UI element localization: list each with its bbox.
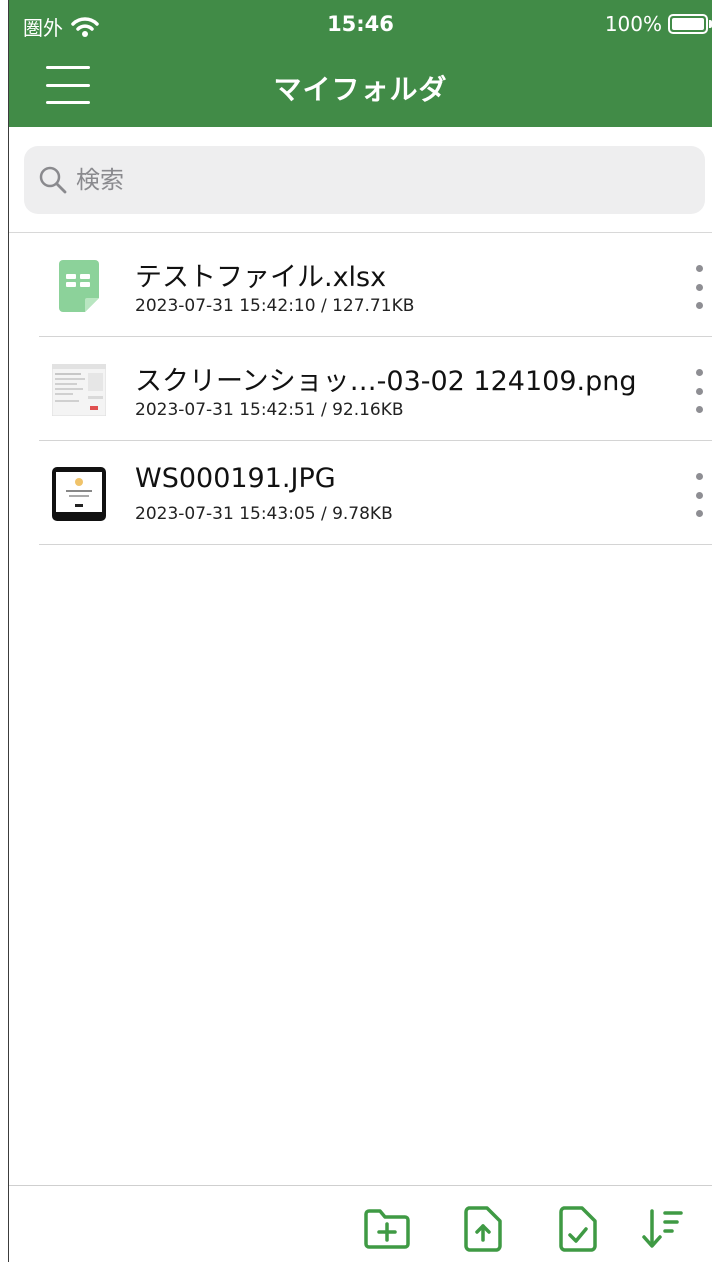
file-row[interactable]: スクリーンショッ…-03-02 124109.png 2023-07-31 15…	[39, 337, 712, 441]
file-meta: 2023-07-31 15:43:05 / 9.78KB	[135, 504, 393, 524]
spreadsheet-file-icon	[51, 257, 107, 315]
file-meta: 2023-07-31 15:42:51 / 92.16KB	[135, 400, 404, 420]
sort-icon	[642, 1209, 683, 1248]
sort-button[interactable]	[636, 1204, 688, 1254]
new-folder-button[interactable]	[361, 1204, 413, 1254]
window-left-edge	[0, 0, 9, 1262]
photo-thumbnail	[51, 465, 107, 523]
select-file-icon	[559, 1206, 597, 1252]
search-area	[9, 127, 712, 233]
upload-file-icon	[464, 1206, 502, 1252]
more-options-icon[interactable]	[694, 369, 704, 413]
battery-indicator: 100%	[605, 12, 712, 36]
file-list: テストファイル.xlsx 2023-07-31 15:42:10 / 127.7…	[39, 233, 712, 545]
select-file-button[interactable]	[552, 1204, 604, 1254]
new-folder-icon	[364, 1209, 410, 1249]
search-bar[interactable]	[24, 146, 705, 214]
file-row[interactable]: テストファイル.xlsx 2023-07-31 15:42:10 / 127.7…	[39, 233, 712, 337]
more-options-icon[interactable]	[694, 473, 704, 517]
search-input[interactable]	[76, 166, 676, 194]
file-name: WS000191.JPG	[135, 463, 336, 494]
file-meta: 2023-07-31 15:42:10 / 127.71KB	[135, 296, 415, 316]
upload-file-button[interactable]	[457, 1204, 509, 1254]
battery-percent: 100%	[604, 12, 662, 36]
file-row[interactable]: WS000191.JPG 2023-07-31 15:43:05 / 9.78K…	[39, 441, 712, 545]
search-icon	[39, 166, 67, 194]
file-name: スクリーンショッ…-03-02 124109.png	[135, 366, 637, 397]
bottom-toolbar	[9, 1185, 712, 1262]
battery-icon	[668, 14, 712, 34]
status-bar: 圏外 15:46 100%	[9, 0, 712, 52]
app-header: 圏外 15:46 100% マイフォルダ	[9, 0, 712, 127]
page-title: マイフォルダ	[273, 73, 448, 106]
more-options-icon[interactable]	[694, 265, 704, 309]
file-name: テストファイル.xlsx	[135, 262, 387, 293]
screenshot-thumbnail	[51, 361, 107, 419]
